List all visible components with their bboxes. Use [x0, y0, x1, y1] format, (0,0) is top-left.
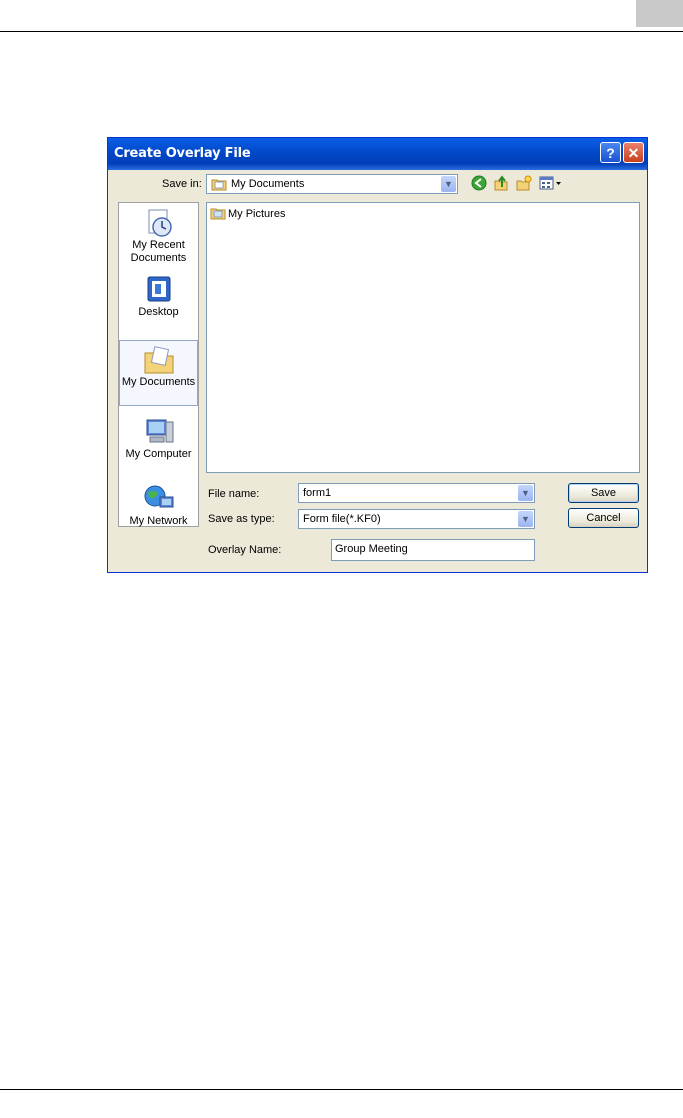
file-name-combobox[interactable]: form1 ▼: [298, 483, 535, 503]
place-my-network[interactable]: My Network: [119, 483, 198, 528]
place-my-computer[interactable]: My Computer: [119, 416, 198, 461]
my-computer-icon: [146, 419, 173, 443]
file-list[interactable]: My Pictures: [206, 202, 640, 473]
back-button[interactable]: [470, 175, 488, 193]
file-name-label: File name:: [208, 488, 260, 500]
save-as-type-dropdown[interactable]: Form file(*.KF0) ▼: [298, 509, 535, 529]
save-in-dropdown[interactable]: My Documents ▼: [206, 174, 458, 194]
chevron-down-icon[interactable]: ▼: [441, 176, 456, 192]
overlay-name-input[interactable]: Group Meeting: [331, 539, 535, 561]
overlay-name-value: Group Meeting: [335, 543, 408, 555]
new-folder-icon: [516, 175, 532, 191]
dialog-title: Create Overlay File: [114, 146, 251, 161]
list-item[interactable]: My Pictures: [210, 206, 285, 220]
recent-documents-icon: [148, 209, 172, 237]
back-arrow-icon: [471, 175, 487, 191]
file-name-value: form1: [303, 487, 332, 499]
new-folder-button[interactable]: [515, 175, 533, 193]
save-as-type-label: Save as type:: [208, 513, 275, 525]
up-folder-icon: [494, 175, 508, 191]
save-button[interactable]: Save: [568, 483, 639, 503]
page-tab-marker: [636, 0, 683, 27]
my-documents-small-icon: [211, 179, 227, 191]
file-item-label: My Pictures: [228, 208, 286, 220]
chevron-down-icon[interactable]: ▼: [518, 485, 533, 501]
page-footer-rule: [0, 1089, 683, 1090]
views-menu-button[interactable]: [538, 175, 564, 193]
overlay-name-label: Overlay Name:: [208, 544, 282, 556]
save-in-value: My Documents: [231, 178, 305, 190]
help-button[interactable]: ?: [600, 142, 621, 163]
views-icon: [539, 176, 561, 190]
place-desktop[interactable]: Desktop: [119, 274, 198, 319]
save-as-type-value: Form file(*.KF0): [303, 513, 381, 525]
title-bar[interactable]: Create Overlay File ? ✕: [108, 138, 647, 170]
folder-icon: [210, 208, 226, 220]
create-overlay-file-dialog: Create Overlay File ? ✕ Save in: My Docu…: [107, 137, 648, 573]
up-folder-button[interactable]: [492, 175, 510, 193]
chevron-down-icon[interactable]: ▼: [518, 511, 533, 527]
save-in-label: Save in:: [162, 178, 202, 190]
close-button[interactable]: ✕: [623, 142, 644, 163]
my-documents-icon: [144, 346, 173, 374]
place-my-recent-documents[interactable]: My Recent Documents: [119, 207, 198, 265]
desktop-icon: [147, 276, 170, 302]
page-header-rule: [0, 31, 683, 32]
my-network-icon: [144, 485, 173, 508]
places-bar: My Recent Documents Desktop My Documents: [118, 202, 199, 527]
place-my-documents[interactable]: My Documents: [119, 340, 198, 406]
cancel-button[interactable]: Cancel: [568, 508, 639, 528]
